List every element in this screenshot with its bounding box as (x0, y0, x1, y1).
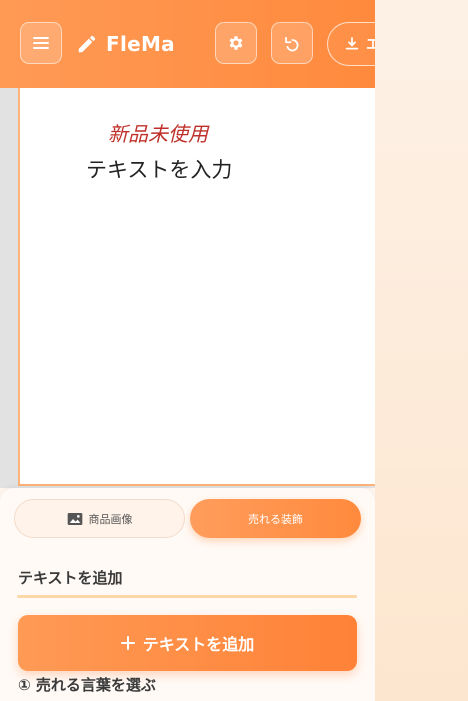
design-canvas[interactable]: 新品未使用 テキストを入力 (18, 88, 375, 486)
download-icon (345, 37, 359, 50)
section-underline (17, 595, 357, 598)
pencil-icon (78, 35, 96, 53)
canvas-body-text[interactable]: テキストを入力 (86, 154, 232, 184)
tab-selling-decoration-label: 売れる装飾 (248, 512, 303, 526)
canvas-tag-text[interactable]: 新品未使用 (108, 118, 208, 147)
step-title: ① 売れる言葉を選ぶ (18, 676, 156, 694)
undo-button[interactable] (271, 22, 313, 64)
settings-button[interactable] (215, 22, 257, 64)
add-text-button-label: テキストを追加 (142, 635, 255, 654)
tab-product-image-label: 商品画像 (88, 512, 133, 526)
app-root: FleMa エクスポート 新品未使用 テキストを入力 (0, 0, 375, 701)
bottom-panel: 商品画像 売れる装飾 テキストを追加 テキストを追加 ① 売れる言葉を選ぶ (0, 488, 375, 701)
brand-title: FleMa (106, 32, 175, 56)
menu-button[interactable] (20, 22, 62, 64)
menu-icon (33, 37, 49, 49)
plus-icon (120, 636, 135, 650)
page-backdrop (375, 0, 468, 701)
app-header: FleMa エクスポート (0, 0, 375, 88)
canvas-area: 新品未使用 テキストを入力 (0, 88, 375, 488)
image-icon (67, 512, 82, 525)
export-label: エクスポート (366, 37, 375, 53)
tab-selling-decoration[interactable]: 売れる装飾 (190, 499, 361, 538)
brand: FleMa (76, 30, 175, 58)
export-button[interactable]: エクスポート (327, 22, 375, 66)
section-title: テキストを追加 (18, 569, 123, 587)
add-text-button[interactable]: テキストを追加 (18, 615, 357, 671)
undo-icon (285, 36, 299, 52)
tab-product-image[interactable]: 商品画像 (14, 499, 185, 538)
gear-icon (229, 36, 243, 50)
